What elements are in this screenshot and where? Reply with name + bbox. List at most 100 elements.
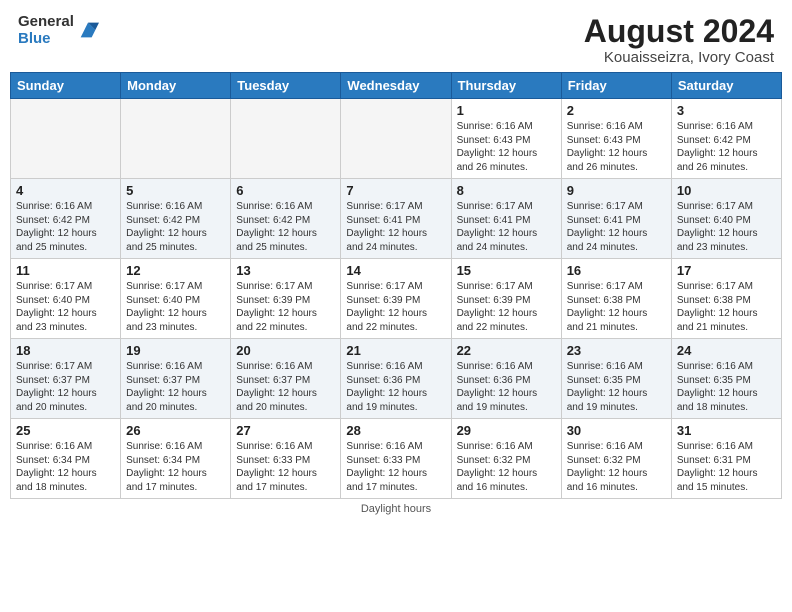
day-number: 15 [457,263,556,278]
day-header: Thursday [451,73,561,99]
calendar-week: 11Sunrise: 6:17 AM Sunset: 6:40 PM Dayli… [11,259,782,339]
day-header: Friday [561,73,671,99]
day-number: 27 [236,423,335,438]
calendar-cell [11,99,121,179]
day-info: Sunrise: 6:17 AM Sunset: 6:39 PM Dayligh… [236,280,335,334]
page-subtitle: Kouaisseizra, Ivory Coast [584,49,774,66]
calendar-week: 1 Sunrise: 6:16 AM Sunset: 6:43 PM Daylig… [11,99,782,179]
logo-icon [77,19,99,41]
day-info: Sunrise: 6:16 AM Sunset: 6:31 PM Dayligh… [677,440,776,494]
calendar-cell: 1 Sunrise: 6:16 AM Sunset: 6:43 PM Daylig… [451,99,561,179]
day-number: 7 [346,183,445,198]
day-number: 3 [677,103,776,118]
calendar-cell: 11Sunrise: 6:17 AM Sunset: 6:40 PM Dayli… [11,259,121,339]
day-info: Sunrise: 6:16 AM Sunset: 6:42 PM Dayligh… [126,200,225,254]
calendar-cell: 15 Sunrise: 6:17 AM Sunset: 6:39 PM Dayli… [451,259,561,339]
day-info: Sunrise: 6:16 AM Sunset: 6:43 PM Dayligh… [567,120,666,174]
day-info: Sunrise: 6:16 AM Sunset: 6:32 PM Dayligh… [567,440,666,494]
day-info: Sunrise: 6:17 AM Sunset: 6:40 PM Dayligh… [126,280,225,334]
title-block: August 2024 Kouaisseizra, Ivory Coast [584,14,774,66]
calendar-cell: 29 Sunrise: 6:16 AM Sunset: 6:32 PM Dayli… [451,419,561,499]
calendar-week: 4 Sunrise: 6:16 AM Sunset: 6:42 PM Daylig… [11,179,782,259]
calendar-cell [341,99,451,179]
calendar-cell: 4 Sunrise: 6:16 AM Sunset: 6:42 PM Daylig… [11,179,121,259]
day-header: Monday [121,73,231,99]
calendar-cell: 10Sunrise: 6:17 AM Sunset: 6:40 PM Dayli… [671,179,781,259]
day-number: 4 [16,183,115,198]
page-title: August 2024 [584,14,774,49]
calendar-cell: 13Sunrise: 6:17 AM Sunset: 6:39 PM Dayli… [231,259,341,339]
calendar-cell: 25Sunrise: 6:16 AM Sunset: 6:34 PM Dayli… [11,419,121,499]
day-number: 1 [457,103,556,118]
day-number: 28 [346,423,445,438]
day-info: Sunrise: 6:17 AM Sunset: 6:39 PM Dayligh… [346,280,445,334]
calendar-cell: 23Sunrise: 6:16 AM Sunset: 6:35 PM Dayli… [561,339,671,419]
day-number: 8 [457,183,556,198]
day-info: Sunrise: 6:16 AM Sunset: 6:36 PM Dayligh… [457,360,556,414]
day-info: Sunrise: 6:17 AM Sunset: 6:39 PM Dayligh… [457,280,556,334]
day-number: 19 [126,343,225,358]
day-info: Sunrise: 6:16 AM Sunset: 6:36 PM Dayligh… [346,360,445,414]
calendar-cell: 26 Sunrise: 6:16 AM Sunset: 6:34 PM Dayli… [121,419,231,499]
calendar-week: 25Sunrise: 6:16 AM Sunset: 6:34 PM Dayli… [11,419,782,499]
day-info: Sunrise: 6:17 AM Sunset: 6:40 PM Dayligh… [677,200,776,254]
day-number: 2 [567,103,666,118]
calendar-week: 18Sunrise: 6:17 AM Sunset: 6:37 PM Dayli… [11,339,782,419]
day-info: Sunrise: 6:16 AM Sunset: 6:42 PM Dayligh… [236,200,335,254]
logo-line1: General [18,14,74,31]
day-number: 16 [567,263,666,278]
calendar-cell: 7Sunrise: 6:17 AM Sunset: 6:41 PM Daylig… [341,179,451,259]
page-header: General Blue August 2024 Kouaisseizra, I… [0,0,792,72]
calendar-cell: 19 Sunrise: 6:16 AM Sunset: 6:37 PM Dayli… [121,339,231,419]
calendar-cell: 18Sunrise: 6:17 AM Sunset: 6:37 PM Dayli… [11,339,121,419]
calendar-table: SundayMondayTuesdayWednesdayThursdayFrid… [10,72,782,499]
calendar-cell: 22 Sunrise: 6:16 AM Sunset: 6:36 PM Dayli… [451,339,561,419]
calendar-cell: 24Sunrise: 6:16 AM Sunset: 6:35 PM Dayli… [671,339,781,419]
day-header: Wednesday [341,73,451,99]
calendar-cell [121,99,231,179]
header-row: SundayMondayTuesdayWednesdayThursdayFrid… [11,73,782,99]
day-number: 14 [346,263,445,278]
calendar-header: SundayMondayTuesdayWednesdayThursdayFrid… [11,73,782,99]
calendar-body: 1 Sunrise: 6:16 AM Sunset: 6:43 PM Daylig… [11,99,782,499]
calendar-cell: 20Sunrise: 6:16 AM Sunset: 6:37 PM Dayli… [231,339,341,419]
calendar-cell: 27 Sunrise: 6:16 AM Sunset: 6:33 PM Dayli… [231,419,341,499]
day-info: Sunrise: 6:17 AM Sunset: 6:38 PM Dayligh… [677,280,776,334]
day-info: Sunrise: 6:16 AM Sunset: 6:34 PM Dayligh… [126,440,225,494]
calendar-cell: 21Sunrise: 6:16 AM Sunset: 6:36 PM Dayli… [341,339,451,419]
calendar-cell: 2 Sunrise: 6:16 AM Sunset: 6:43 PM Daylig… [561,99,671,179]
day-info: Sunrise: 6:16 AM Sunset: 6:42 PM Dayligh… [16,200,115,254]
calendar-cell [231,99,341,179]
day-header: Saturday [671,73,781,99]
day-number: 26 [126,423,225,438]
day-number: 9 [567,183,666,198]
calendar-cell: 6Sunrise: 6:16 AM Sunset: 6:42 PM Daylig… [231,179,341,259]
day-number: 22 [457,343,556,358]
day-info: Sunrise: 6:16 AM Sunset: 6:34 PM Dayligh… [16,440,115,494]
day-number: 31 [677,423,776,438]
day-info: Sunrise: 6:17 AM Sunset: 6:41 PM Dayligh… [567,200,666,254]
calendar-cell: 14 Sunrise: 6:17 AM Sunset: 6:39 PM Dayli… [341,259,451,339]
calendar-cell: 3 Sunrise: 6:16 AM Sunset: 6:42 PM Daylig… [671,99,781,179]
calendar-cell: 17 Sunrise: 6:17 AM Sunset: 6:38 PM Dayli… [671,259,781,339]
calendar-cell: 12 Sunrise: 6:17 AM Sunset: 6:40 PM Dayli… [121,259,231,339]
day-info: Sunrise: 6:16 AM Sunset: 6:42 PM Dayligh… [677,120,776,174]
day-info: Sunrise: 6:16 AM Sunset: 6:33 PM Dayligh… [236,440,335,494]
day-info: Sunrise: 6:16 AM Sunset: 6:37 PM Dayligh… [126,360,225,414]
day-number: 30 [567,423,666,438]
logo-line2: Blue [18,31,74,48]
day-info: Sunrise: 6:16 AM Sunset: 6:43 PM Dayligh… [457,120,556,174]
day-number: 20 [236,343,335,358]
calendar-cell: 5Sunrise: 6:16 AM Sunset: 6:42 PM Daylig… [121,179,231,259]
day-number: 29 [457,423,556,438]
day-info: Sunrise: 6:17 AM Sunset: 6:40 PM Dayligh… [16,280,115,334]
calendar-cell: 8Sunrise: 6:17 AM Sunset: 6:41 PM Daylig… [451,179,561,259]
day-number: 17 [677,263,776,278]
day-header: Tuesday [231,73,341,99]
calendar-cell: 9 Sunrise: 6:17 AM Sunset: 6:41 PM Daylig… [561,179,671,259]
day-info: Sunrise: 6:16 AM Sunset: 6:35 PM Dayligh… [567,360,666,414]
day-info: Sunrise: 6:16 AM Sunset: 6:32 PM Dayligh… [457,440,556,494]
day-header: Sunday [11,73,121,99]
day-number: 12 [126,263,225,278]
calendar-cell: 30 Sunrise: 6:16 AM Sunset: 6:32 PM Dayli… [561,419,671,499]
